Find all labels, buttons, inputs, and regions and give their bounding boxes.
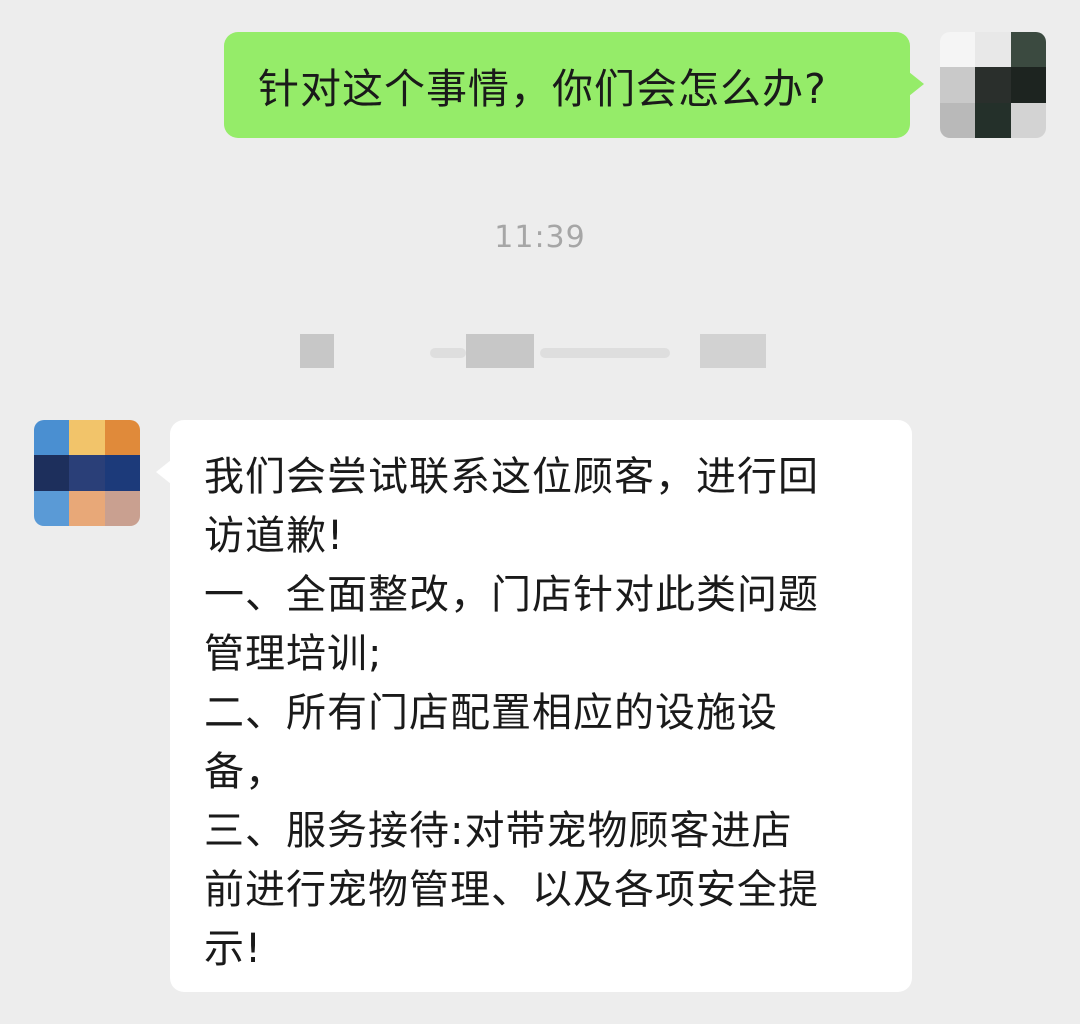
bubble-tail	[156, 460, 171, 484]
redaction-block	[700, 334, 766, 368]
avatar-mosaic-tile	[69, 455, 105, 491]
avatar-mosaic-tile	[34, 420, 70, 456]
redaction-block	[466, 334, 534, 368]
avatar-mosaic-tile	[940, 32, 976, 68]
avatar-mosaic-tile	[1010, 67, 1046, 103]
message-line: 二、所有门店配置相应的设施设	[204, 690, 778, 736]
message-line: 访道歉!	[204, 513, 345, 559]
redaction-block	[300, 334, 334, 368]
bubble-tail	[909, 72, 924, 96]
avatar-mosaic-tile	[104, 420, 140, 456]
avatar-mosaic-tile	[104, 455, 140, 491]
self-avatar[interactable]	[940, 32, 1046, 138]
contact-avatar[interactable]	[34, 420, 140, 526]
message-line: 前进行宠物管理、以及各项安全提	[204, 867, 819, 913]
outgoing-message-text: 针对这个事情，你们会怎么办?	[258, 65, 827, 113]
message-timestamp: 11:39	[494, 220, 586, 255]
incoming-message-bubble[interactable]: 我们会尝试联系这位顾客，进行回 访道歉! 一、全面整改，门店针对此类问题 管理培…	[156, 420, 912, 992]
message-line: 管理培训;	[204, 631, 383, 677]
avatar-mosaic-tile	[69, 420, 105, 456]
message-line: 三、服务接待:对带宠物顾客进店	[204, 808, 793, 854]
outgoing-message-bubble[interactable]: 针对这个事情，你们会怎么办?	[224, 32, 924, 138]
message-line: 示!	[204, 926, 263, 972]
avatar-mosaic-tile	[34, 490, 70, 526]
redacted-system-notice	[0, 320, 1080, 380]
avatar-mosaic-tile	[69, 490, 105, 526]
avatar-mosaic-tile	[1010, 32, 1046, 68]
redaction-block	[430, 348, 466, 358]
avatar-mosaic-tile	[975, 67, 1011, 103]
avatar-mosaic-tile	[975, 32, 1011, 68]
message-line: 一、全面整改，门店针对此类问题	[204, 572, 819, 618]
avatar-mosaic-tile	[940, 102, 976, 138]
avatar-mosaic-tile	[975, 102, 1011, 138]
message-line: 我们会尝试联系这位顾客，进行回	[204, 454, 819, 500]
avatar-mosaic-tile	[34, 455, 70, 491]
message-line: 备，	[204, 749, 286, 795]
redaction-block	[540, 348, 670, 358]
avatar-mosaic-tile	[1010, 102, 1046, 138]
avatar-mosaic-tile	[104, 490, 140, 526]
avatar-mosaic-tile	[940, 67, 976, 103]
